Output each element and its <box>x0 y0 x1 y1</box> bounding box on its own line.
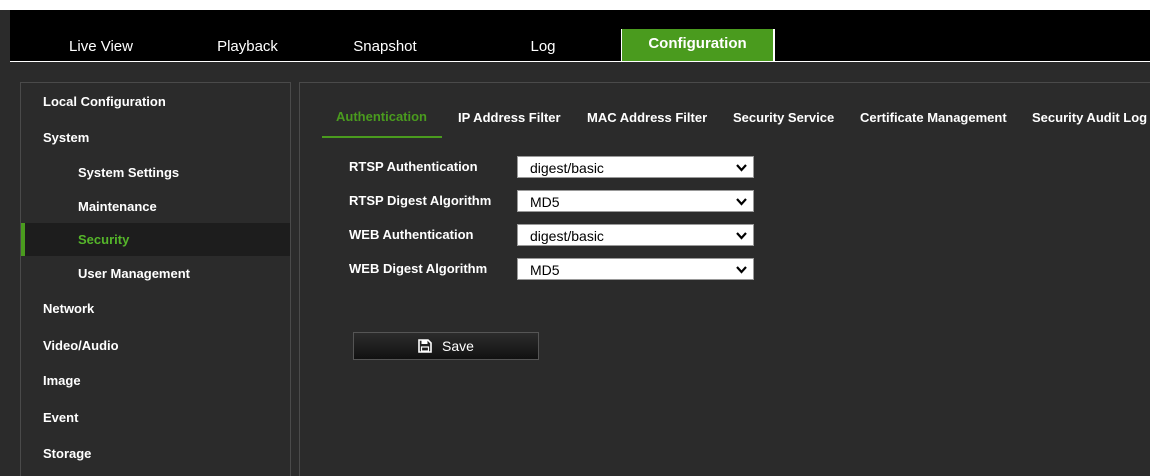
web-authentication-select[interactable]: digest/basic <box>517 224 754 246</box>
web-digest-algorithm-select[interactable]: MD5 <box>517 258 754 280</box>
sidebar-item-storage[interactable]: Storage <box>21 437 290 470</box>
save-button-label: Save <box>442 338 474 354</box>
rtsp-digest-algorithm-label: RTSP Digest Algorithm <box>349 193 492 208</box>
chevron-down-icon <box>736 225 747 247</box>
sidebar: Local Configuration System System Settin… <box>20 82 291 476</box>
sidebar-item-local-configuration[interactable]: Local Configuration <box>21 85 290 118</box>
sidebar-item-video-audio[interactable]: Video/Audio <box>21 329 290 362</box>
sidebar-item-network[interactable]: Network <box>21 292 290 325</box>
web-authentication-label: WEB Authentication <box>349 227 474 242</box>
web-digest-algorithm-label: WEB Digest Algorithm <box>349 261 488 276</box>
sidebar-item-security[interactable]: Security <box>21 223 290 256</box>
nav-bottom-line <box>10 61 1150 62</box>
chevron-down-icon <box>736 191 747 213</box>
tab-security-audit-log[interactable]: Security Audit Log <box>1032 103 1147 133</box>
sidebar-item-user-management[interactable]: User Management <box>21 257 290 290</box>
tab-log[interactable]: Log <box>488 32 598 62</box>
top-navbar: Live View Playback Snapshot Log Configur… <box>10 10 1150 62</box>
rtsp-digest-algorithm-value: MD5 <box>530 194 560 210</box>
tab-certificate-management[interactable]: Certificate Management <box>860 103 1007 133</box>
tab-ip-address-filter[interactable]: IP Address Filter <box>458 103 561 133</box>
active-tab-underline <box>322 136 442 138</box>
tab-mac-address-filter[interactable]: MAC Address Filter <box>587 103 707 133</box>
save-icon <box>418 339 432 353</box>
sidebar-item-system[interactable]: System <box>21 121 290 154</box>
web-digest-algorithm-value: MD5 <box>530 262 560 278</box>
sidebar-item-event[interactable]: Event <box>21 401 290 434</box>
tab-playback[interactable]: Playback <box>185 32 310 62</box>
sidebar-item-maintenance[interactable]: Maintenance <box>21 190 290 223</box>
rtsp-digest-algorithm-select[interactable]: MD5 <box>517 190 754 212</box>
chevron-down-icon <box>736 259 747 281</box>
sidebar-item-system-settings[interactable]: System Settings <box>21 156 290 189</box>
rtsp-authentication-value: digest/basic <box>530 160 604 176</box>
save-button[interactable]: Save <box>353 332 539 360</box>
sidebar-item-image[interactable]: Image <box>21 364 290 397</box>
rtsp-authentication-label: RTSP Authentication <box>349 159 478 174</box>
tab-security-service[interactable]: Security Service <box>733 103 834 133</box>
tab-configuration[interactable]: Configuration <box>621 29 774 62</box>
chevron-down-icon <box>736 157 747 179</box>
web-authentication-value: digest/basic <box>530 228 604 244</box>
tab-live-view[interactable]: Live View <box>30 32 172 62</box>
top-strip <box>0 0 1150 10</box>
tab-authentication[interactable]: Authentication <box>336 102 427 132</box>
rtsp-authentication-select[interactable]: digest/basic <box>517 156 754 178</box>
nav-divider <box>774 29 775 62</box>
tab-snapshot[interactable]: Snapshot <box>330 32 440 62</box>
